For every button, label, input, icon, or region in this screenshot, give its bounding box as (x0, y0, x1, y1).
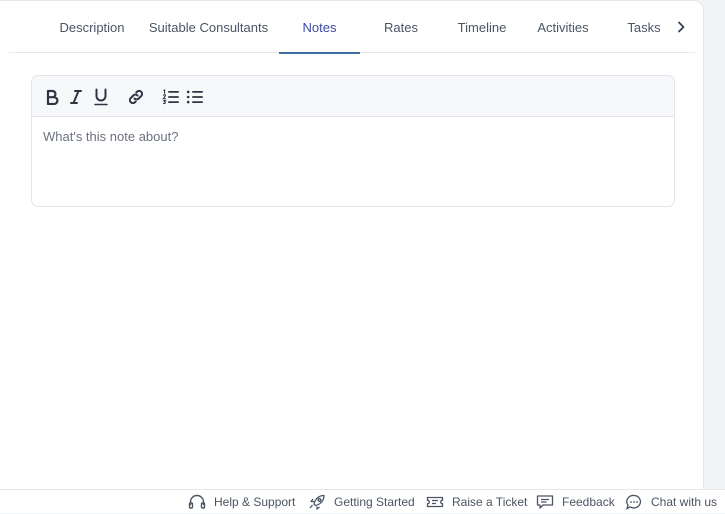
footer-item-label: Feedback (562, 495, 615, 509)
footer-item-label: Help & Support (214, 495, 296, 509)
footer-item-label: Getting Started (334, 495, 415, 509)
link-icon[interactable] (125, 86, 147, 108)
feedback-link[interactable]: Feedback (536, 490, 615, 514)
underline-icon[interactable] (90, 86, 112, 108)
chat-icon (625, 494, 643, 510)
chat-with-us-link[interactable]: Chat with us (625, 490, 717, 514)
tab-timeline[interactable]: Timeline (449, 1, 515, 53)
rocket-icon (308, 494, 326, 510)
ordered-list-icon[interactable] (160, 86, 182, 108)
tab-tasks[interactable]: Tasks (620, 1, 668, 53)
raise-ticket-link[interactable]: Raise a Ticket (426, 490, 527, 514)
tab-suitable-consultants[interactable]: Suitable Consultants (148, 1, 269, 53)
bold-icon[interactable] (41, 86, 63, 108)
getting-started-link[interactable]: Getting Started (308, 490, 415, 514)
bullet-list-icon[interactable] (184, 86, 206, 108)
headphones-icon (188, 494, 206, 510)
support-footer: Help & Support Getting Started Raise a T… (0, 489, 725, 513)
tab-description[interactable]: Description (47, 1, 137, 53)
tab-rates[interactable]: Rates (371, 1, 431, 53)
editor-toolbar (32, 76, 674, 117)
note-editor (31, 75, 675, 207)
italic-icon[interactable] (65, 86, 87, 108)
tab-activities[interactable]: Activities (529, 1, 597, 53)
main-panel: Description Suitable Consultants Notes R… (0, 0, 704, 489)
help-support-link[interactable]: Help & Support (188, 490, 295, 514)
note-input[interactable] (32, 117, 674, 206)
chevron-right-icon[interactable] (673, 19, 689, 35)
tab-notes[interactable]: Notes (279, 1, 360, 54)
footer-item-label: Chat with us (651, 495, 718, 509)
tab-bar: Description Suitable Consultants Notes R… (9, 1, 695, 54)
feedback-icon (536, 494, 554, 510)
footer-item-label: Raise a Ticket (452, 495, 528, 509)
ticket-icon (426, 494, 444, 510)
